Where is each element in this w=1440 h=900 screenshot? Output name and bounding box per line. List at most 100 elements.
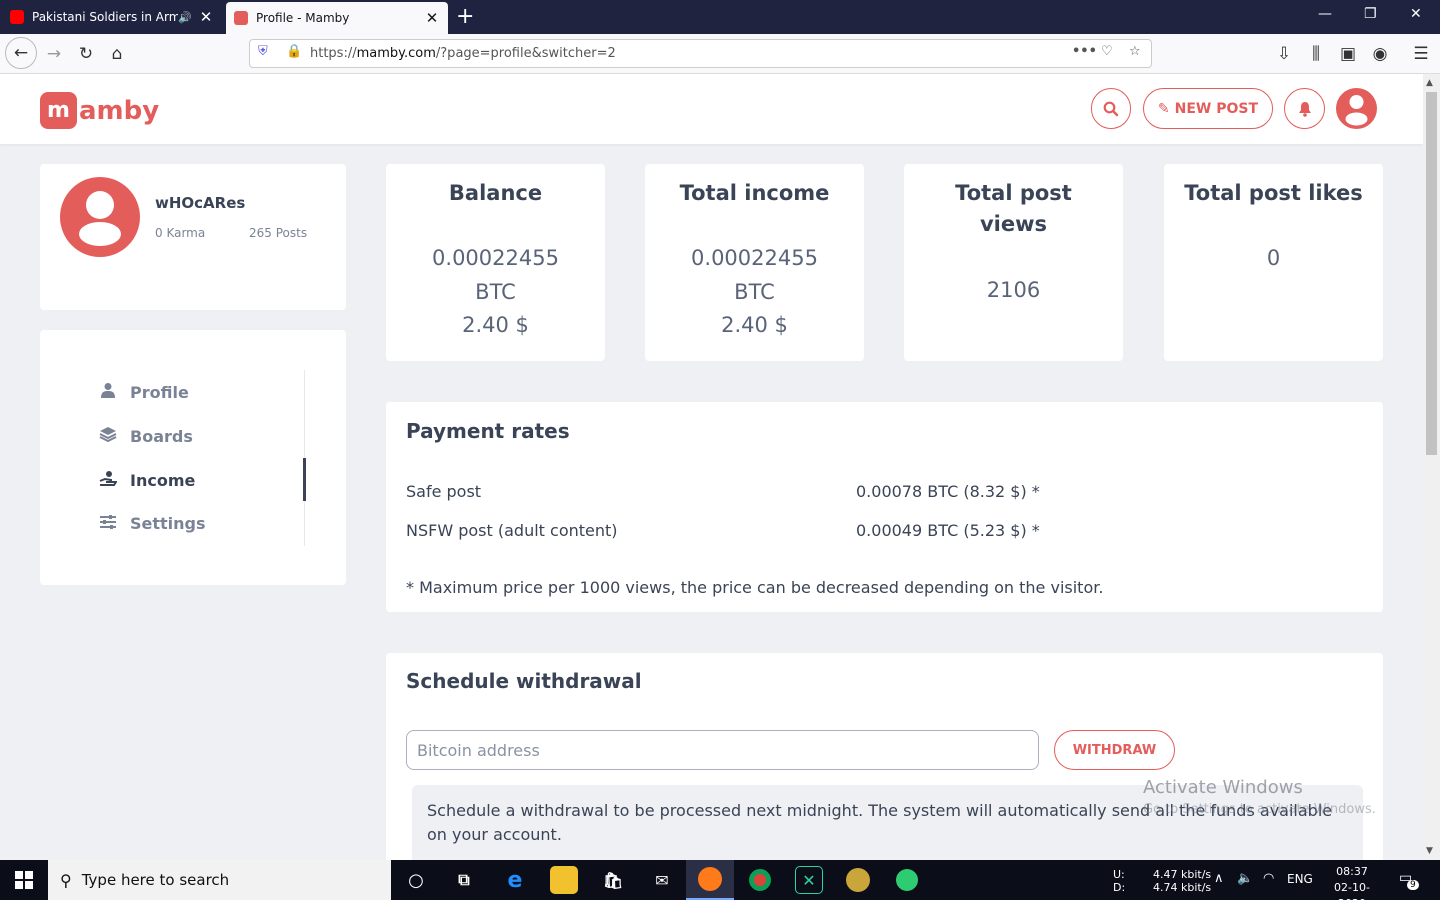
hand-coin-icon (98, 470, 118, 490)
app-icon[interactable]: ✕ (795, 866, 823, 894)
youtube-icon (10, 10, 24, 24)
close-tab-icon[interactable]: ✕ (422, 9, 442, 27)
wifi-icon[interactable]: ◠ (1263, 871, 1274, 886)
reload-button[interactable]: ↻ (72, 40, 100, 68)
menu-item-income[interactable]: Income (98, 470, 195, 490)
pocket-icon[interactable]: ♡ (1101, 44, 1113, 59)
menu-item-settings[interactable]: Settings (98, 514, 206, 533)
search-icon (1103, 101, 1119, 116)
speaker-icon[interactable]: 🔊 (178, 11, 192, 24)
scroll-down-arrow-icon[interactable]: ▼ (1426, 846, 1433, 856)
library-icon[interactable]: ⫼ (1302, 40, 1330, 68)
account-icon[interactable]: ◉ (1366, 40, 1394, 68)
menu-item-profile[interactable]: Profile (98, 382, 189, 402)
username[interactable]: wHOcARes (155, 194, 245, 212)
bell-icon (1298, 101, 1311, 117)
mamby-favicon-icon (234, 11, 248, 25)
rate-label: Safe post (406, 482, 482, 501)
cortana-icon[interactable]: ○ (402, 866, 430, 894)
likes-value: 0 (1266, 246, 1281, 270)
karma-count: 0 Karma (155, 226, 206, 240)
page-scrollbar[interactable]: ▲ ▼ (1423, 74, 1440, 860)
minimize-window-button[interactable]: — (1318, 6, 1332, 22)
total-income-card: Total income 0.00022455 BTC 2.40 $ (645, 164, 864, 361)
store-icon[interactable]: 🛍 (599, 866, 627, 894)
sidebar-icon[interactable]: ▣ (1334, 40, 1362, 68)
person-icon (98, 382, 118, 402)
doge-app-taskbar-button[interactable] (844, 866, 872, 894)
income-usd: 2.40 $ (721, 313, 788, 337)
rates-note: * Maximum price per 1000 views, the pric… (406, 578, 1104, 597)
green-app-taskbar-button[interactable] (893, 866, 921, 894)
balance-card: Balance 0.00022455 BTC 2.40 $ (386, 164, 605, 361)
mail-icon[interactable]: ✉ (648, 866, 676, 894)
edge-icon[interactable]: e (501, 866, 529, 894)
clock[interactable]: 08:37 02-10-2020 (1322, 864, 1382, 900)
task-view-icon[interactable]: ⧉ (450, 866, 478, 894)
url-path: /?page=profile&switcher=2 (435, 46, 616, 61)
windows-taskbar: ⚲ Type here to search ○ ⧉ e 🛍 ✉ ✕ U: D: … (0, 860, 1440, 900)
tracking-shield-icon[interactable]: ⛨ (258, 44, 268, 59)
balance-usd: 2.40 $ (462, 313, 529, 337)
section-title: Payment rates (406, 419, 570, 443)
taskbar-search[interactable]: ⚲ Type here to search (48, 860, 391, 900)
rate-label: NSFW post (adult content) (406, 521, 618, 540)
menu-item-label: Boards (130, 426, 193, 446)
income-btc: 0.00022455 (691, 246, 818, 270)
layers-icon (98, 426, 118, 446)
sliders-icon (98, 514, 118, 533)
browser-tab-youtube[interactable]: Pakistani Soldiers in Armenia 🔊 ✕ (0, 0, 222, 34)
browser-tab-mamby[interactable]: Profile - Mamby ✕ (226, 2, 448, 34)
rate-value: 0.00078 BTC (8.32 $) * (856, 482, 1040, 501)
menu-item-label: Settings (130, 514, 206, 533)
stat-title: Balance (448, 181, 543, 205)
address-bar[interactable]: ⛨ 🔒 https://mamby.com/?page=profile&swit… (249, 39, 1152, 68)
browser-navigation-bar: ← → ↻ ⌂ ⛨ 🔒 https://mamby.com/?page=prof… (0, 34, 1440, 74)
activate-windows-hint: Go to Settings to activate Windows. (1143, 802, 1376, 817)
menu-item-boards[interactable]: Boards (98, 426, 193, 446)
profile-summary-card: wHOcARes 0 Karma 265 Posts (40, 164, 346, 310)
menu-item-label: Income (130, 470, 196, 490)
show-hidden-icons-icon[interactable]: ∧ (1214, 871, 1224, 886)
balance-unit: BTC (475, 280, 516, 304)
menu-icon[interactable]: ☰ (1407, 40, 1435, 68)
volume-icon[interactable]: 🔈 (1237, 871, 1253, 886)
search-button[interactable] (1091, 88, 1131, 129)
rate-value: 0.00049 BTC (5.23 $) * (856, 521, 1040, 540)
new-tab-button[interactable]: + (456, 4, 474, 29)
forward-button[interactable]: → (40, 40, 68, 68)
user-icon (1345, 95, 1368, 126)
profile-avatar (60, 177, 140, 257)
payment-rates-card: Payment rates Safe post 0.00078 BTC (8.3… (386, 402, 1383, 612)
downloads-icon[interactable]: ⇩ (1270, 40, 1298, 68)
notifications-button[interactable] (1284, 88, 1325, 129)
notification-count-badge: 9 (1407, 880, 1419, 890)
mamby-logo[interactable]: m amby (40, 92, 159, 129)
restore-window-button[interactable]: ❐ (1364, 6, 1377, 22)
user-avatar[interactable] (1336, 88, 1377, 129)
language-indicator[interactable]: ENG (1287, 872, 1313, 886)
chrome-taskbar-button[interactable] (746, 866, 774, 894)
bookmark-star-icon[interactable]: ☆ (1129, 44, 1141, 59)
net-down-speed: 4.74 kbit/s (1153, 881, 1212, 894)
lock-icon[interactable]: 🔒 (286, 44, 302, 59)
browser-tab-strip: Pakistani Soldiers in Armenia 🔊 ✕ Profil… (0, 0, 1440, 34)
views-value: 2106 (986, 278, 1041, 302)
bitcoin-address-input[interactable] (406, 730, 1039, 770)
page-actions-icon[interactable]: ••• (1072, 44, 1097, 59)
chrome-icon (749, 869, 771, 891)
home-button[interactable]: ⌂ (103, 40, 131, 68)
scroll-up-arrow-icon[interactable]: ▲ (1426, 78, 1433, 88)
firefox-taskbar-button[interactable] (686, 860, 734, 900)
windows-logo-icon (15, 871, 33, 889)
activate-windows-watermark: Activate Windows (1143, 777, 1303, 798)
tab-title: Pakistani Soldiers in Armenia (32, 10, 179, 24)
file-explorer-icon[interactable] (550, 866, 578, 894)
scrollbar-thumb[interactable] (1426, 92, 1437, 455)
withdraw-button[interactable]: WITHDRAW (1054, 730, 1175, 770)
back-button[interactable]: ← (5, 37, 37, 69)
start-button[interactable] (0, 860, 48, 900)
new-post-button[interactable]: ✎ NEW POST (1143, 88, 1273, 129)
close-tab-icon[interactable]: ✕ (196, 8, 216, 26)
close-window-button[interactable]: ✕ (1410, 6, 1422, 22)
